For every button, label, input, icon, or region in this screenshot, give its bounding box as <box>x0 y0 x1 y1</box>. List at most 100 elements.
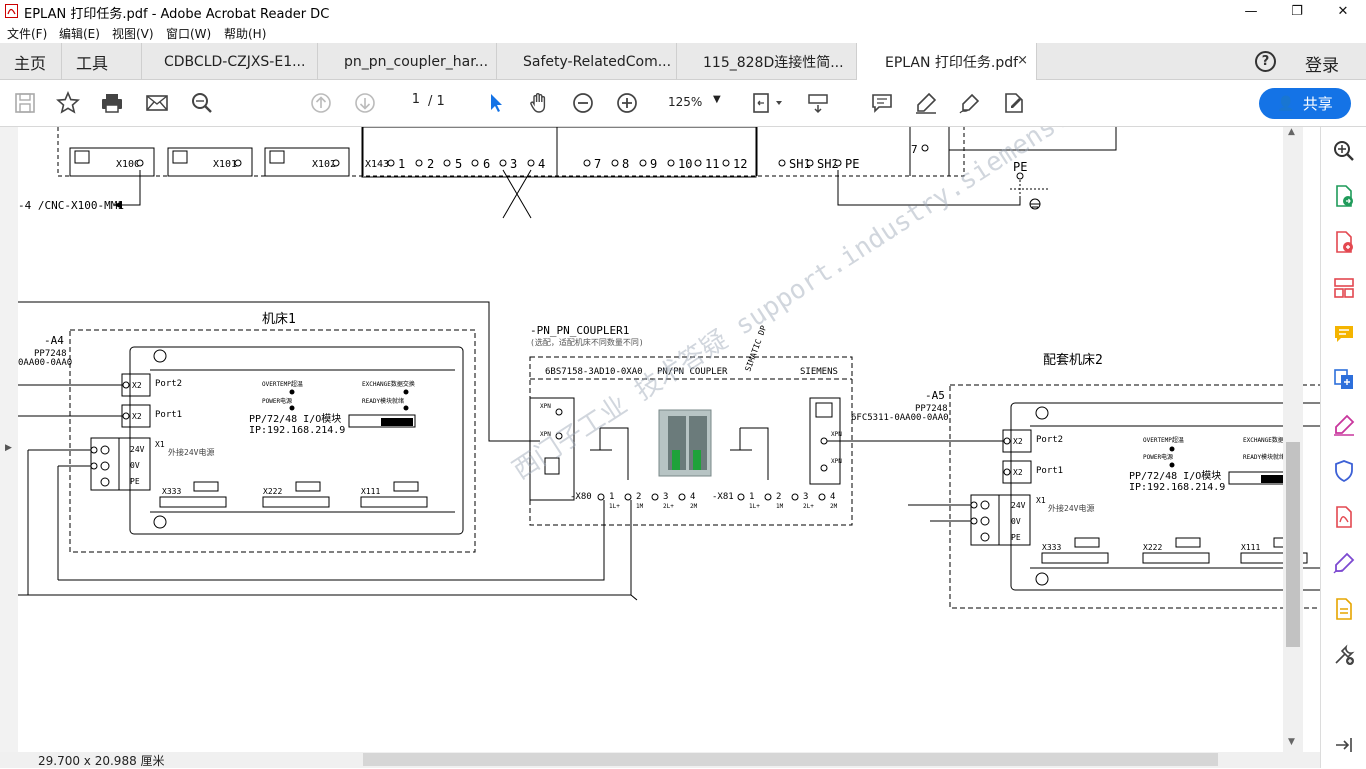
page-total: / 1 <box>428 94 445 109</box>
svg-text:X111: X111 <box>1241 543 1260 552</box>
menu-window[interactable]: 窗口(W) <box>166 25 211 42</box>
zoom-panel-icon[interactable] <box>1332 139 1356 163</box>
restore-button[interactable]: ❐ <box>1274 0 1320 22</box>
send-for-signature-icon[interactable] <box>1332 551 1356 575</box>
create-pdf-icon[interactable] <box>1332 230 1356 254</box>
svg-text:0V: 0V <box>130 461 140 470</box>
document-view[interactable]: X100 X101 X102 X143 1 2 5 6 3 4 7 8 9 10… <box>0 127 1320 753</box>
x143-label: X143 <box>365 159 389 170</box>
email-icon[interactable] <box>144 90 170 116</box>
svg-text:1: 1 <box>398 157 405 171</box>
page-dimensions: 29.700 x 20.988 厘米 <box>38 754 165 768</box>
tab-document-active[interactable]: EPLAN 打印任务.pdf × <box>857 43 1037 80</box>
save-icon[interactable] <box>12 90 38 116</box>
comment-panel-icon[interactable] <box>1332 322 1356 346</box>
menu-help[interactable]: 帮助(H) <box>224 25 266 42</box>
zoom-in-icon[interactable] <box>614 90 640 116</box>
login-button[interactable]: 登录 <box>1305 51 1339 76</box>
close-window-button[interactable]: ✕ <box>1320 0 1366 22</box>
scroll-up-icon[interactable]: ▲ <box>1288 127 1295 137</box>
expand-left-panel-icon[interactable]: ▶ <box>5 443 12 453</box>
more-tools-icon[interactable] <box>1332 643 1356 667</box>
svg-text:Port1: Port1 <box>155 410 182 420</box>
tab-home[interactable]: 主页 <box>0 43 62 80</box>
svg-text:PP/72/48 I/O模块: PP/72/48 I/O模块 <box>249 413 341 425</box>
vertical-scrollbar[interactable]: ▲ ▼ <box>1283 127 1303 753</box>
page-number-input[interactable]: 1 <box>394 92 424 114</box>
tab-tools[interactable]: 工具 <box>62 43 142 80</box>
svg-text:POWER电源: POWER电源 <box>1143 453 1173 461</box>
protect-shield-icon[interactable] <box>1332 459 1356 483</box>
edit-document-icon[interactable] <box>1332 597 1356 621</box>
previous-page-icon[interactable] <box>308 90 334 116</box>
select-cursor-icon[interactable] <box>483 90 509 116</box>
svg-text:1M: 1M <box>636 503 644 510</box>
tab-label: pn_pn_coupler_har... <box>344 53 489 70</box>
page-fit-icon[interactable] <box>750 90 786 116</box>
export-pdf-icon[interactable] <box>1332 184 1356 208</box>
svg-text:4: 4 <box>690 492 695 502</box>
menu-file[interactable]: 文件(F) <box>7 25 47 42</box>
hand-tool-icon[interactable] <box>526 90 552 116</box>
help-icon[interactable]: ? <box>1255 51 1276 72</box>
share-button[interactable]: 👤 共享 <box>1259 88 1351 119</box>
svg-text:11: 11 <box>705 157 719 171</box>
svg-text:1: 1 <box>609 492 614 502</box>
fill-sign-panel-icon[interactable] <box>1332 413 1356 437</box>
search-icon[interactable] <box>189 90 215 116</box>
tab-document-2[interactable]: pn_pn_coupler_har... <box>318 43 497 80</box>
svg-text:SIEMENS: SIEMENS <box>800 367 838 377</box>
comment-icon[interactable] <box>869 90 895 116</box>
machine1-title: 机床1 <box>262 312 296 327</box>
menu-edit[interactable]: 编辑(E) <box>59 25 100 42</box>
zoom-level-select[interactable]: 125% ▼ <box>660 92 726 114</box>
svg-text:OVERTEMP超温: OVERTEMP超温 <box>1143 436 1184 444</box>
bookmark-star-icon[interactable] <box>55 90 81 116</box>
menu-view[interactable]: 视图(V) <box>112 25 154 42</box>
svg-text:3: 3 <box>663 492 668 502</box>
print-icon[interactable] <box>99 90 125 116</box>
svg-text:4: 4 <box>538 157 545 171</box>
tab-document-4[interactable]: 115_828D连接性简... <box>677 43 857 80</box>
svg-text:7: 7 <box>594 157 601 171</box>
acrobat-pdf-panel-icon[interactable] <box>1332 505 1356 529</box>
share-label: 共享 <box>1302 95 1333 113</box>
svg-text:6: 6 <box>483 157 490 171</box>
tab-close-icon[interactable]: × <box>1017 53 1028 68</box>
tab-document-1[interactable]: CDBCLD-CZJXS-E1... <box>142 43 318 80</box>
svg-text:Port2: Port2 <box>1036 435 1063 445</box>
svg-text:X1: X1 <box>1036 496 1046 505</box>
svg-text:24V: 24V <box>130 445 145 454</box>
svg-text:X333: X333 <box>1042 543 1061 552</box>
highlight-pen-icon[interactable] <box>913 90 939 116</box>
draw-signature-icon[interactable] <box>957 90 983 116</box>
schematic-drawing: X100 X101 X102 X143 1 2 5 6 3 4 7 8 9 10… <box>18 127 1320 609</box>
scroll-mode-icon[interactable] <box>805 90 831 116</box>
horizontal-scrollbar-thumb[interactable] <box>363 753 1218 766</box>
next-page-icon[interactable] <box>352 90 378 116</box>
zoom-out-icon[interactable] <box>570 90 596 116</box>
svg-text:1L+: 1L+ <box>609 503 620 510</box>
combine-files-icon[interactable] <box>1332 367 1356 391</box>
svg-text:X111: X111 <box>361 487 380 496</box>
svg-text:PE: PE <box>1011 533 1021 542</box>
svg-text:OVERTEMP超温: OVERTEMP超温 <box>262 380 303 388</box>
svg-text:6FC5311-0AA00-0AA0: 6FC5311-0AA00-0AA0 <box>851 413 949 423</box>
svg-text:X2: X2 <box>1013 437 1023 446</box>
svg-text:-A5: -A5 <box>925 389 945 402</box>
left-panel-strip: ▶ <box>0 127 18 753</box>
svg-text:4: 4 <box>830 492 835 502</box>
scroll-down-icon[interactable]: ▼ <box>1288 737 1295 747</box>
svg-text:Port1: Port1 <box>1036 466 1063 476</box>
fill-sign-icon[interactable] <box>1001 90 1027 116</box>
svg-text:X2: X2 <box>1013 468 1023 477</box>
svg-text:X2: X2 <box>132 381 142 390</box>
connector-x101: X101 <box>213 159 237 170</box>
coupler-tag: -PN_PN_COUPLER1 <box>530 324 629 337</box>
scrollbar-thumb[interactable] <box>1286 442 1300 647</box>
minimize-button[interactable]: — <box>1228 0 1274 22</box>
svg-text:0V: 0V <box>1011 517 1021 526</box>
organize-pages-icon[interactable] <box>1332 276 1356 300</box>
collapse-panel-icon[interactable] <box>1332 733 1356 757</box>
tab-document-3[interactable]: Safety-RelatedCom... <box>497 43 677 80</box>
